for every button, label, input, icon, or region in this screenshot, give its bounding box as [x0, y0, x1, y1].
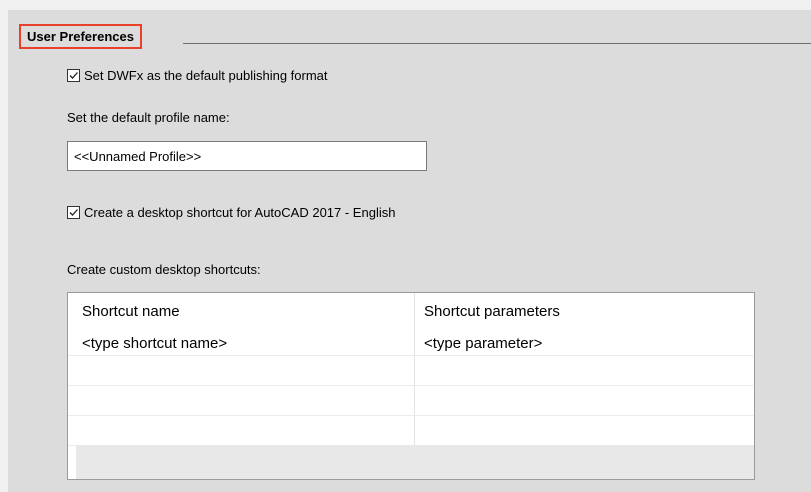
table-footer-area: [76, 445, 754, 479]
column-divider: [414, 293, 415, 445]
checkmark-icon: [69, 209, 78, 216]
row-divider: [68, 415, 754, 416]
desktop-shortcut-checkbox-label: Create a desktop shortcut for AutoCAD 20…: [84, 205, 396, 220]
table-cell-shortcut-parameter[interactable]: [424, 393, 744, 413]
section-divider: [183, 43, 811, 44]
custom-shortcuts-label-row: Create custom desktop shortcuts:: [67, 262, 261, 277]
table-cell-shortcut-parameter[interactable]: [424, 423, 744, 443]
table-cell-shortcut-name[interactable]: <type shortcut name>: [82, 335, 227, 352]
table-cell-shortcut-name[interactable]: [82, 423, 402, 443]
custom-shortcuts-label: Create custom desktop shortcuts:: [67, 262, 261, 277]
section-title: User Preferences: [19, 24, 142, 49]
row-divider: [68, 355, 754, 356]
dwfx-checkbox[interactable]: [67, 69, 80, 82]
section-title-text: User Preferences: [27, 29, 134, 44]
profile-name-label: Set the default profile name:: [67, 110, 230, 125]
profile-name-input[interactable]: [67, 141, 427, 171]
table-cell-shortcut-name[interactable]: [82, 393, 402, 413]
row-divider: [68, 385, 754, 386]
column-header-shortcut-name: Shortcut name: [82, 303, 180, 320]
desktop-shortcut-checkbox[interactable]: [67, 206, 80, 219]
table-cell-shortcut-parameter[interactable]: <type parameter>: [424, 335, 542, 352]
profile-name-label-row: Set the default profile name:: [67, 110, 230, 125]
dwfx-default-option[interactable]: Set DWFx as the default publishing forma…: [67, 68, 328, 83]
table-cell-shortcut-name[interactable]: [82, 363, 402, 383]
column-header-shortcut-parameters: Shortcut parameters: [424, 303, 560, 320]
checkmark-icon: [69, 72, 78, 79]
table-cell-shortcut-parameter[interactable]: [424, 363, 744, 383]
dwfx-checkbox-label: Set DWFx as the default publishing forma…: [84, 68, 328, 83]
custom-shortcuts-table[interactable]: Shortcut name Shortcut parameters <type …: [67, 292, 755, 480]
desktop-shortcut-option[interactable]: Create a desktop shortcut for AutoCAD 20…: [67, 205, 395, 220]
